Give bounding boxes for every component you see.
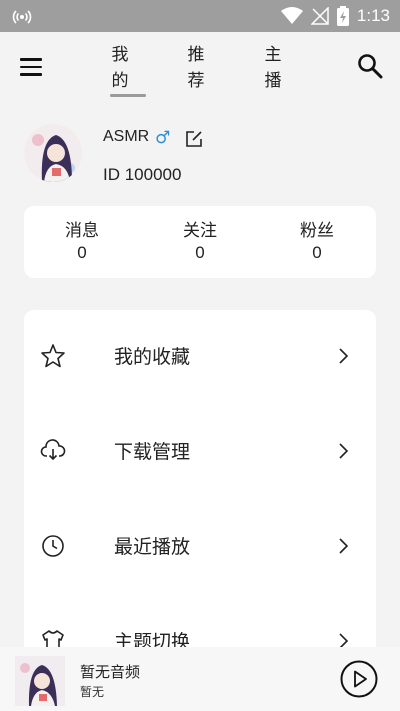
top-bar: 我的 推荐 主播	[0, 32, 400, 112]
status-bar: 1:13	[0, 0, 400, 32]
album-thumbnail[interactable]	[15, 656, 65, 706]
chevron-right-icon	[339, 443, 349, 459]
battery-charging-icon	[336, 6, 349, 26]
tab-anchor[interactable]: 主播	[263, 42, 283, 94]
stat-messages[interactable]: 消息 0	[42, 220, 122, 264]
player-title: 暂无音频	[80, 663, 141, 681]
menu-card: 我的收藏 下载管理 最近播放 主题切换	[24, 310, 376, 670]
hamburger-menu-icon[interactable]	[20, 52, 50, 82]
menu-item-favorites[interactable]: 我的收藏	[24, 327, 376, 387]
no-signal-icon	[310, 7, 329, 25]
tab-mine[interactable]: 我的	[110, 42, 130, 94]
stat-label: 关注	[183, 221, 217, 241]
clock-icon	[42, 535, 64, 557]
stat-label: 消息	[65, 221, 99, 241]
player-subtitle: 暂无	[80, 685, 105, 699]
cloud-download-icon	[40, 439, 66, 461]
edit-icon[interactable]	[185, 130, 203, 148]
stat-followers[interactable]: 粉丝 0	[277, 220, 357, 264]
menu-item-label: 下载管理	[114, 441, 191, 463]
wifi-calling-icon	[12, 10, 32, 24]
active-tab-indicator	[110, 94, 146, 97]
male-gender-icon: ♂	[155, 128, 171, 148]
wifi-icon	[280, 7, 303, 24]
stat-following[interactable]: 关注 0	[160, 220, 240, 264]
play-icon[interactable]	[340, 660, 378, 698]
avatar[interactable]	[24, 124, 82, 182]
user-id: ID 100000	[103, 165, 182, 184]
stat-value: 0	[195, 243, 205, 262]
stats-card: 消息 0 关注 0 粉丝 0	[24, 206, 376, 278]
profile-section: ASMR ♂ ID 100000	[0, 112, 400, 202]
chevron-right-icon	[339, 538, 349, 554]
stat-label: 粉丝	[300, 221, 334, 241]
stat-value: 0	[77, 243, 87, 262]
status-time: 1:13	[356, 6, 390, 25]
menu-item-label: 最近播放	[114, 536, 191, 558]
username: ASMR	[103, 128, 150, 145]
tab-recommend[interactable]: 推荐	[186, 42, 206, 94]
menu-item-downloads[interactable]: 下载管理	[24, 422, 376, 482]
stat-value: 0	[312, 243, 322, 262]
mini-player[interactable]: 暂无音频 暂无	[0, 647, 400, 711]
menu-item-label: 我的收藏	[114, 346, 191, 368]
chevron-right-icon	[339, 348, 349, 364]
menu-item-recent[interactable]: 最近播放	[24, 517, 376, 577]
star-icon	[41, 344, 65, 368]
search-icon[interactable]	[356, 52, 384, 80]
